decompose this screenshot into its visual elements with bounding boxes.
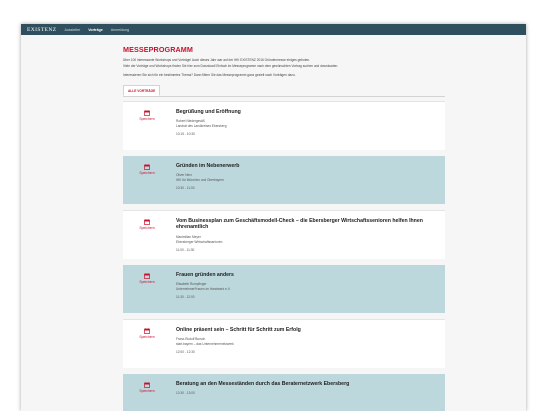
program-item: Speichern Frauen gründen anders Elisabet… <box>123 264 445 313</box>
program-speaker-block: Elisabeth Rumpfinger UnternehmerFrauen i… <box>176 282 441 292</box>
nav-item-vortraege[interactable]: Vorträge <box>88 28 103 32</box>
program-info: Beratung an den Messeständen durch das B… <box>176 381 441 395</box>
program-item: Speichern Gründen im Nebenerwerb Oliver … <box>123 155 445 204</box>
program-org: IHK für München und Oberbayern <box>176 178 224 183</box>
program-time: 10:15 - 10:30 <box>176 132 195 137</box>
program-info: Vom Businessplan zum Geschäftsmodell-Che… <box>176 218 441 252</box>
program-org: Landrat des Landkreises Ebersberg <box>176 124 227 129</box>
program-speaker-block: Oliver Nerz IHK für München und Oberbaye… <box>176 173 441 183</box>
save-label: Speichern <box>139 334 155 339</box>
program-org: Ebersberger Wirtschaftssenioren <box>176 239 223 244</box>
save-button[interactable]: Speichern <box>135 219 159 230</box>
program-org: start.bayern – das Unternehmernetzwerk <box>176 342 234 347</box>
brand-logo[interactable]: EXISTENZ <box>27 27 56 33</box>
program-time: 12:30 - 13:00 <box>176 391 195 396</box>
nav-item-aussteller[interactable]: Aussteller <box>64 28 80 32</box>
program-info: Gründen im Nebenerwerb Oliver Nerz IHK f… <box>176 163 441 190</box>
program-time: 12:00 - 12:30 <box>176 350 195 355</box>
calendar-icon <box>144 219 150 225</box>
program-title[interactable]: Gründen im Nebenerwerb <box>176 163 441 169</box>
program-title[interactable]: Begrüßung und Eröffnung <box>176 109 441 115</box>
program-item: Speichern Vom Businessplan zum Geschäfts… <box>123 209 445 259</box>
program-info: Frauen gründen anders Elisabeth Rumpfing… <box>176 272 441 299</box>
save-button[interactable]: Speichern <box>135 164 159 175</box>
program-time: 10:30 - 11:00 <box>176 186 195 191</box>
program-title[interactable]: Frauen gründen anders <box>176 272 441 278</box>
save-label: Speichern <box>139 279 155 284</box>
calendar-icon <box>144 110 150 116</box>
intro-text: Über 100 interessante Workshops und Vort… <box>123 58 445 79</box>
program-speaker-block: Maximilian Meyer Ebersberger Wirtschafts… <box>176 235 441 245</box>
program-item: Speichern Begrüßung und Eröffnung Robert… <box>123 100 445 150</box>
program-time: 11:00 - 11:30 <box>176 247 195 252</box>
save-label: Speichern <box>139 388 155 393</box>
save-label: Speichern <box>139 170 155 175</box>
save-button[interactable]: Speichern <box>135 110 159 121</box>
program-info: Begrüßung und Eröffnung Robert Niederges… <box>176 109 441 136</box>
calendar-icon <box>144 382 150 388</box>
nav-item-anmeldung[interactable]: Anmeldung <box>111 28 129 32</box>
intro-line-3: Interessieren Sie sich für ein bestimmte… <box>123 73 296 78</box>
save-label: Speichern <box>139 116 155 121</box>
tab-alle-vortraege[interactable]: ALLE VORTRÄGE <box>123 85 161 97</box>
filter-tabs: ALLE VORTRÄGE <box>123 85 445 97</box>
browser-window: EXISTENZ Aussteller Vorträge Anmeldung M… <box>21 24 526 411</box>
main-content: MESSEPROGRAMM Über 100 interessante Work… <box>123 35 445 411</box>
program-time: 11:30 - 12:00 <box>176 295 195 300</box>
save-button[interactable]: Speichern <box>135 382 159 393</box>
program-info: Online präsent sein – Schritt für Schrit… <box>176 327 441 354</box>
program-org: UnternehmerFrauen im Handwerk e.V. <box>176 287 231 292</box>
top-nav-bar: EXISTENZ Aussteller Vorträge Anmeldung <box>21 24 526 35</box>
program-title[interactable]: Vom Businessplan zum Geschäftsmodell-Che… <box>176 218 441 231</box>
program-title[interactable]: Online präsent sein – Schritt für Schrit… <box>176 327 441 333</box>
calendar-icon <box>144 164 150 170</box>
page-title: MESSEPROGRAMM <box>123 45 193 54</box>
program-item: Speichern Online präsent sein – Schritt … <box>123 318 445 368</box>
program-speaker-block: Franz-Rudolf Bursch start.bayern – das U… <box>176 337 441 347</box>
save-button[interactable]: Speichern <box>135 273 159 284</box>
program-speaker-block: Robert Niedergesäß Landrat des Landkreis… <box>176 119 441 129</box>
intro-line-2: Viele der Vorträge und Workshops finden … <box>123 63 339 68</box>
save-button[interactable]: Speichern <box>135 328 159 339</box>
calendar-icon <box>144 273 150 279</box>
save-label: Speichern <box>139 225 155 230</box>
program-title[interactable]: Beratung an den Messeständen durch das B… <box>176 381 441 387</box>
calendar-icon <box>144 328 150 334</box>
program-list: Speichern Begrüßung und Eröffnung Robert… <box>123 100 445 411</box>
program-item: Speichern Beratung an den Messeständen d… <box>123 373 445 411</box>
